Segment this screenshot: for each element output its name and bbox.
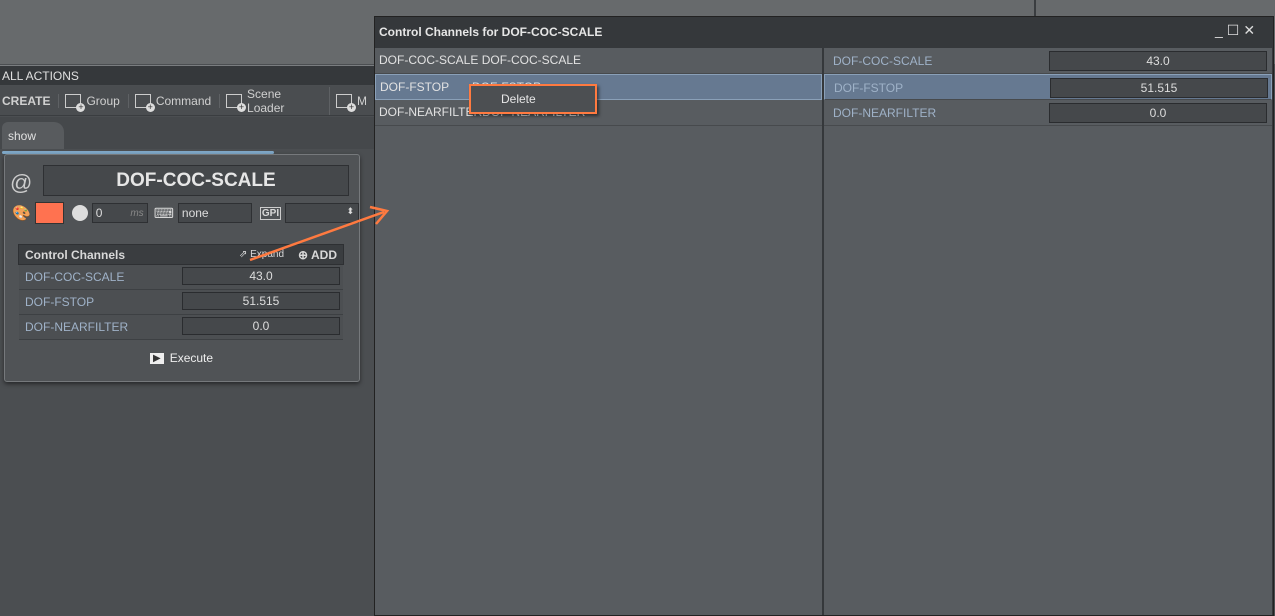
close-button[interactable]: ✕ bbox=[1243, 22, 1259, 38]
channel-name: DOF-FSTOP bbox=[25, 295, 95, 309]
channel-value[interactable]: 51.515 bbox=[182, 292, 340, 310]
channel-name: DOF-COC-SCALE bbox=[833, 54, 933, 68]
add-label: ADD bbox=[311, 247, 337, 262]
list-item[interactable]: DOF-NEARFILTERDOF-NEARFILTER bbox=[375, 100, 822, 126]
scene-loader-add-icon bbox=[226, 93, 246, 112]
action-properties: 🎨 0 ms ⌨ none GPI ⬍ bbox=[12, 202, 360, 224]
execute-label: Execute bbox=[169, 351, 214, 365]
clock-icon bbox=[71, 205, 88, 221]
expand-button[interactable]: ⇗ Expand bbox=[239, 249, 284, 260]
channel-name: DOF-FSTOP bbox=[380, 80, 450, 94]
channel-name: DOF-FSTOP bbox=[834, 81, 904, 95]
command-add-icon bbox=[134, 93, 155, 112]
value-row[interactable]: DOF-COC-SCALE 43.0 bbox=[824, 48, 1272, 74]
action-title[interactable]: DOF-COC-SCALE bbox=[43, 165, 349, 196]
execute-icon: ▶ bbox=[150, 352, 164, 364]
list-item-selected[interactable]: DOF-FSTOPDOF-FSTOP bbox=[375, 74, 822, 100]
group-button[interactable]: Group bbox=[65, 93, 129, 112]
keyboard-icon: ⌨ bbox=[153, 204, 174, 221]
channel-values-panel bbox=[824, 48, 1272, 615]
list-item[interactable]: DOF-COC-SCALE DOF-COC-SCALE bbox=[375, 48, 822, 74]
gpi-select[interactable]: ⬍ bbox=[285, 203, 360, 223]
create-toolbar: CREATE Group Command Scene Loader M bbox=[0, 86, 375, 116]
channel-list-panel bbox=[375, 48, 822, 615]
channel-row[interactable]: DOF-FSTOP 51.515 bbox=[19, 290, 343, 315]
channel-value[interactable]: 0.0 bbox=[182, 317, 340, 335]
gpi-icon: GPI bbox=[259, 206, 282, 220]
color-swatch[interactable] bbox=[34, 202, 64, 224]
palette-icon: 🎨 bbox=[12, 205, 31, 222]
section-title: ALL ACTIONS bbox=[0, 65, 375, 85]
channel-alias: DOF-COC-SCALE bbox=[481, 53, 582, 67]
media-button[interactable]: M bbox=[336, 93, 375, 112]
media-add-icon bbox=[336, 93, 356, 112]
delay-input[interactable]: 0 ms bbox=[91, 203, 148, 223]
scene-loader-label: Scene Loader bbox=[247, 86, 285, 115]
window-controls: _☐✕ bbox=[1215, 22, 1259, 39]
at-sign-icon: @ bbox=[10, 170, 33, 195]
scene-loader-button[interactable]: Scene Loader bbox=[226, 86, 330, 115]
channel-row[interactable]: DOF-COC-SCALE 43.0 bbox=[19, 265, 343, 290]
expand-icon: ⇗ bbox=[238, 249, 248, 260]
delay-value: 0 bbox=[95, 206, 103, 220]
media-label: M bbox=[357, 93, 367, 108]
tab-show[interactable]: show bbox=[2, 122, 64, 149]
channel-value[interactable]: 0.0 bbox=[1049, 103, 1267, 123]
delay-unit: ms bbox=[130, 208, 144, 219]
channel-name: DOF-NEARFILTER bbox=[379, 105, 483, 119]
value-row[interactable]: DOF-NEARFILTER 0.0 bbox=[824, 100, 1272, 126]
context-menu-delete[interactable]: Delete bbox=[469, 84, 597, 114]
channel-name: DOF-NEARFILTER bbox=[25, 320, 129, 334]
control-channels-header: Control Channels ⇗ Expand ⊕ ADD bbox=[18, 244, 344, 265]
group-label: Group bbox=[86, 93, 120, 108]
add-button[interactable]: ⊕ ADD bbox=[298, 248, 337, 262]
channel-value[interactable]: 43.0 bbox=[182, 267, 340, 285]
value-row-selected[interactable]: DOF-FSTOP 51.515 bbox=[824, 74, 1272, 100]
dialog-title: Control Channels for DOF-COC-SCALE bbox=[379, 25, 603, 39]
plus-circle-icon: ⊕ bbox=[298, 247, 309, 262]
execute-button[interactable]: ▶ Execute bbox=[150, 351, 213, 365]
channel-row[interactable]: DOF-NEARFILTER 0.0 bbox=[19, 315, 343, 340]
channel-name: DOF-COC-SCALE bbox=[379, 53, 479, 67]
spinner-icon: ⬍ bbox=[346, 206, 355, 216]
shortcut-input[interactable]: none bbox=[177, 203, 252, 223]
create-label: CREATE bbox=[2, 93, 51, 108]
channel-name: DOF-COC-SCALE bbox=[25, 270, 125, 284]
divider bbox=[1034, 0, 1036, 16]
maximize-button[interactable]: ☐ bbox=[1227, 22, 1244, 38]
control-channels-title: Control Channels bbox=[25, 247, 126, 262]
minimize-button[interactable]: _ bbox=[1215, 22, 1227, 38]
channel-name: DOF-NEARFILTER bbox=[833, 106, 937, 120]
channel-value[interactable]: 43.0 bbox=[1049, 51, 1267, 71]
command-button[interactable]: Command bbox=[134, 93, 221, 112]
group-add-icon bbox=[65, 93, 86, 112]
command-label: Command bbox=[155, 93, 212, 108]
expand-label: Expand bbox=[250, 249, 285, 260]
channel-value[interactable]: 51.515 bbox=[1050, 78, 1268, 98]
